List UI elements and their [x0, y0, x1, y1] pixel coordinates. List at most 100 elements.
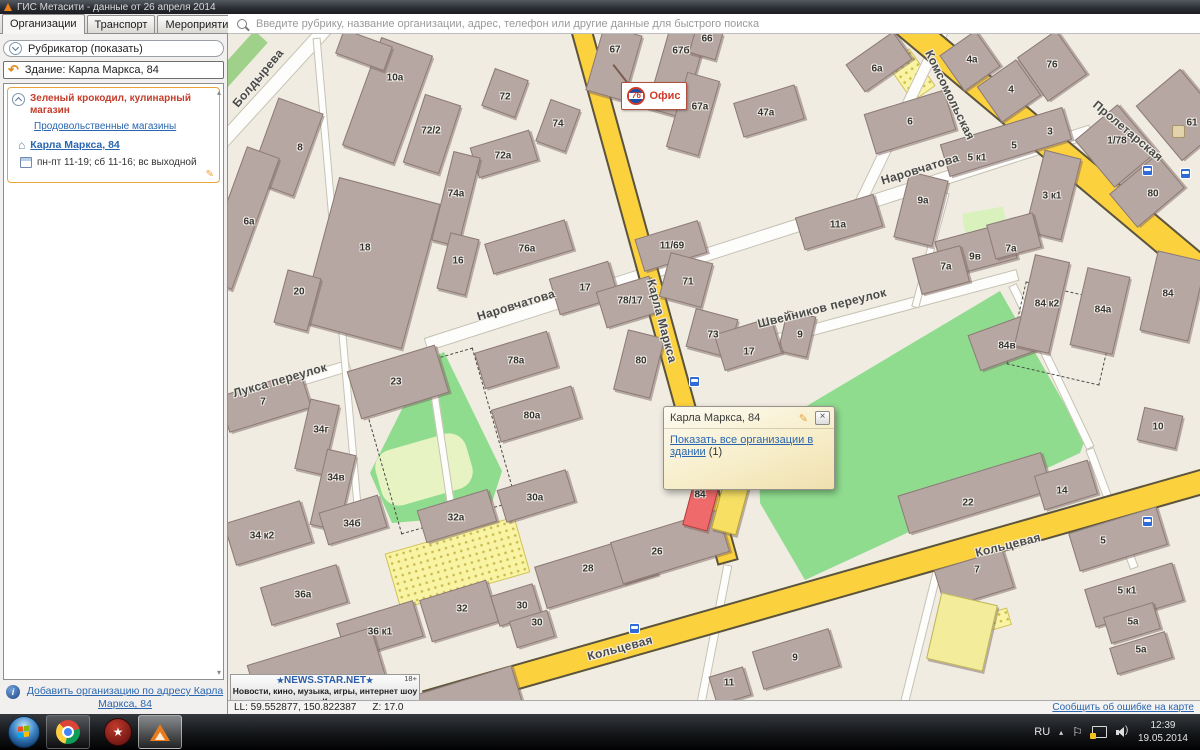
billboard-label: Офис [649, 90, 680, 102]
volume-icon[interactable]: ) [1116, 726, 1129, 738]
map-building [893, 171, 948, 247]
building-label: 26 [651, 547, 662, 558]
building-label: 72 [499, 92, 510, 103]
building-label: 84в [998, 341, 1015, 352]
star-icon: ★ [366, 676, 373, 685]
edit-icon[interactable]: ✎ [206, 169, 214, 180]
building-label: 74а [448, 189, 465, 200]
building-label: 30 [516, 601, 527, 612]
org-card: Зеленый крокодил, кулинарный магазин Про… [7, 87, 220, 183]
edit-icon[interactable]: ✎ [799, 412, 808, 425]
building-label: 1/78 [1107, 136, 1126, 147]
building-row[interactable]: ↶ Здание: Карла Маркса, 84 [3, 61, 224, 79]
building-label: 7а [940, 262, 951, 273]
map-canvas[interactable]: БолдыреваНаровчатоваНаровчатоваКарла Мар… [228, 34, 1200, 700]
tab-organizations[interactable]: Организации [2, 14, 85, 34]
bus-stop-icon[interactable] [689, 376, 700, 387]
collapse-icon[interactable] [12, 93, 25, 106]
taskbar-chrome-button[interactable] [46, 715, 90, 749]
taskbar-gis-app-button[interactable] [138, 715, 182, 749]
building-label: 3 [1047, 127, 1053, 138]
bus-stop-icon[interactable] [1180, 168, 1191, 179]
building-label: 78/17 [617, 296, 642, 307]
scroll-up-icon[interactable]: ▴ [217, 88, 221, 97]
report-error-link[interactable]: Сообщить об ошибке на карте [1052, 702, 1194, 713]
popup-show-orgs-link[interactable]: Показать все организации в здании [670, 434, 813, 458]
building-label: 36а [295, 590, 312, 601]
search-input[interactable] [254, 17, 1200, 31]
org-category-link[interactable]: Продовольственные магазины [34, 121, 215, 132]
window-titlebar[interactable]: ГИС Метасити - данные от 26 апреля 2014 [0, 0, 1200, 14]
status-coordinates: LL: 59.552877, 150.822387 [234, 702, 356, 713]
building-label: 5 [1100, 536, 1106, 547]
action-center-flag-icon[interactable]: ⚐ [1072, 725, 1083, 739]
tab-transport[interactable]: Транспорт [87, 15, 156, 33]
poi-icon[interactable] [1172, 125, 1185, 138]
popup-org-count: (1) [709, 446, 722, 458]
building-label: 17 [579, 283, 590, 294]
building-label: 84а [1095, 305, 1112, 316]
building-label: 47а [758, 108, 775, 119]
billboard-76-office[interactable]: 76 Офис [621, 82, 687, 110]
bus-stop-icon[interactable] [1142, 516, 1153, 527]
tray-date: 19.05.2014 [1138, 732, 1188, 745]
org-address-link[interactable]: Карла Маркса, 84 [30, 139, 120, 151]
map-building [300, 177, 440, 349]
building-label: 72а [495, 151, 512, 162]
rubricator-label: Рубрикатор (показать) [28, 43, 143, 55]
building-label: 4а [966, 55, 977, 66]
add-org-link[interactable]: Добавить организацию по адресу Карла Мар… [25, 685, 225, 711]
info-icon: i [6, 685, 20, 699]
gis-app-icon [150, 724, 170, 741]
language-indicator[interactable]: RU [1034, 726, 1050, 738]
brand-76-icon: 76 [627, 87, 645, 105]
building-label: 10а [387, 73, 404, 84]
building-label: 30 [531, 618, 542, 629]
building-label: 80а [524, 411, 541, 422]
building-label: 34б [343, 519, 360, 530]
search-bar [228, 14, 1200, 34]
building-label: 76 [1046, 60, 1057, 71]
building-label: 5 [1011, 141, 1017, 152]
building-label: 34 к2 [250, 531, 274, 542]
building-label: 9в [969, 252, 981, 263]
tray-expand-icon[interactable]: ▴ [1059, 728, 1063, 737]
building-label: 6а [243, 217, 254, 228]
building-label: 17 [743, 347, 754, 358]
ad-banner[interactable]: ★NEWS.STAR.NET★ 18+ Новости, кино, музык… [230, 674, 420, 700]
building-label: 11/69 [660, 241, 684, 252]
building-label: 84 [1162, 289, 1173, 300]
building-label: 23 [390, 377, 401, 388]
building-label: 74 [552, 119, 563, 130]
building-label: 9 [797, 330, 803, 341]
building-label: 14 [1056, 486, 1067, 497]
building-label: 73 [707, 330, 718, 341]
building-label: 3 к1 [1043, 191, 1062, 202]
building-label: 5 к1 [1118, 586, 1137, 597]
clock[interactable]: 12:39 19.05.2014 [1138, 719, 1188, 745]
building-label: 84 к2 [1035, 299, 1059, 310]
rubricator-toggle[interactable]: Рубрикатор (показать) [3, 40, 224, 57]
scroll-down-icon[interactable]: ▾ [217, 668, 221, 677]
building-label: 32 [456, 604, 467, 615]
building-label: 5а [1127, 617, 1138, 628]
app-icon [4, 3, 12, 11]
ad-title: ★NEWS.STAR.NET★ 18+ [231, 675, 419, 687]
building-label: 28 [582, 564, 593, 575]
building-label: 67б [672, 46, 689, 57]
bus-stop-icon[interactable] [629, 623, 640, 634]
start-button[interactable] [8, 716, 40, 748]
building-label: 5а [1135, 645, 1146, 656]
building-label: 34в [327, 473, 344, 484]
calendar-icon [20, 157, 32, 168]
search-icon [237, 19, 247, 29]
network-icon[interactable] [1092, 726, 1107, 738]
sidebar: Организации Транспорт Мероприятия Рубрик… [0, 14, 228, 714]
building-label: 11 [724, 678, 735, 689]
close-icon[interactable]: × [815, 411, 830, 425]
status-bar: LL: 59.552877, 150.822387 Z: 17.0 Сообщи… [228, 700, 1200, 714]
taskbar-star-app-icon[interactable]: ★ [104, 718, 132, 746]
org-title: Зеленый крокодил, кулинарный магазин [30, 93, 215, 117]
building-label: 4 [1008, 85, 1014, 96]
bus-stop-icon[interactable] [1142, 165, 1153, 176]
